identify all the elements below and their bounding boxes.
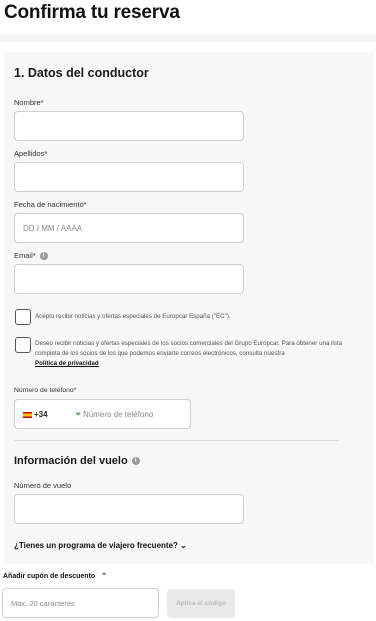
coupon-toggle-label: Añadir cupón de descuento bbox=[3, 573, 96, 580]
email-field[interactable] bbox=[14, 264, 244, 294]
consent-partners-text: Deseo recibir noticias y ofertas especia… bbox=[35, 340, 343, 357]
info-icon[interactable]: i bbox=[131, 457, 140, 466]
email-label-row: Email* i bbox=[14, 251, 48, 261]
reservation-form-card: 1. Datos del conductor Nombre* Apellidos… bbox=[4, 52, 374, 564]
flight-section-heading: Información del vuelo bbox=[14, 455, 128, 467]
title-divider bbox=[0, 34, 376, 42]
name-field[interactable] bbox=[14, 111, 244, 141]
section-divider bbox=[14, 440, 339, 441]
consent-partners-block: Deseo recibir noticias y ofertas especia… bbox=[35, 339, 363, 369]
flight-number-label: Número de vuelo bbox=[14, 481, 72, 490]
consent-ec-checkbox[interactable] bbox=[15, 309, 31, 325]
flight-number-field[interactable] bbox=[14, 494, 244, 524]
consent-ec-text: Acepto recibir noticias y ofertas especi… bbox=[35, 313, 231, 320]
driver-section-heading: 1. Datos del conductor bbox=[14, 66, 149, 80]
frequent-flyer-toggle[interactable]: ¿Tienes un programa de viajero frecuente… bbox=[14, 541, 187, 550]
dob-label: Fecha de nacimiento* bbox=[14, 200, 87, 209]
phone-label: Número de teléfono* bbox=[14, 387, 77, 394]
coupon-code-input[interactable] bbox=[2, 588, 159, 618]
frequent-flyer-label: ¿Tienes un programa de viajero frecuente… bbox=[14, 541, 178, 550]
spain-flag-icon bbox=[23, 412, 32, 418]
consent-partners-checkbox[interactable] bbox=[15, 337, 31, 353]
chevron-down-icon: ⌄ bbox=[180, 541, 187, 550]
phone-field-group: +34 ⌄ bbox=[14, 399, 191, 429]
phone-prefix[interactable]: +34 bbox=[34, 410, 48, 419]
chevron-up-icon: ⌃ bbox=[101, 573, 108, 580]
chevron-down-icon[interactable]: ⌄ bbox=[74, 407, 82, 418]
info-icon[interactable]: i bbox=[39, 252, 48, 261]
page-title: Confirma tu reserva bbox=[4, 2, 180, 23]
dob-field[interactable] bbox=[14, 213, 244, 243]
surname-field[interactable] bbox=[14, 162, 244, 192]
privacy-policy-link[interactable]: Política de privacidad bbox=[35, 360, 99, 367]
email-label: Email* bbox=[14, 251, 36, 260]
apply-code-button[interactable]: Aplica el código bbox=[167, 589, 235, 618]
coupon-toggle[interactable]: Añadir cupón de descuento ⌃ bbox=[3, 572, 107, 580]
flight-heading-row: Información del vuelo i bbox=[14, 455, 140, 467]
name-label: Nombre* bbox=[14, 98, 44, 107]
surname-label: Apellidos* bbox=[14, 149, 48, 158]
phone-number-input[interactable] bbox=[83, 401, 189, 427]
